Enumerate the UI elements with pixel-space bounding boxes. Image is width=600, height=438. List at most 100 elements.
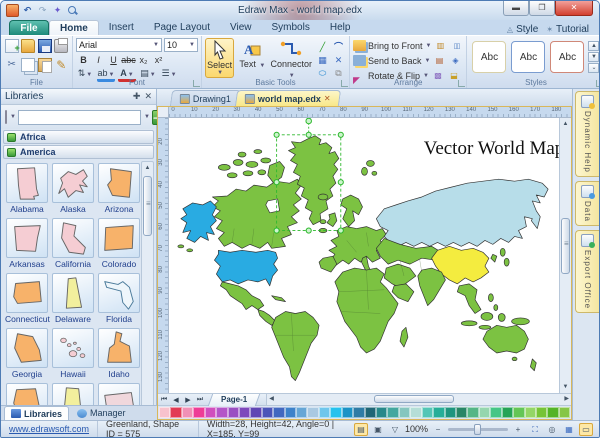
scrollbar-thumb[interactable] <box>374 395 454 403</box>
print-preview-button[interactable] <box>371 423 385 436</box>
map-south-america[interactable] <box>272 312 319 381</box>
grid-view-button[interactable] <box>562 423 576 436</box>
horizontal-scrollbar[interactable]: ◀ ▶ <box>266 394 571 405</box>
dialog-launcher-icon[interactable] <box>596 80 600 87</box>
superscript-button[interactable]: x² <box>151 53 166 67</box>
sidebar-tab-export-office[interactable]: Export Office <box>575 230 599 313</box>
styles-gallery-expand[interactable]: ⌄ <box>588 63 599 73</box>
close-button[interactable]: ✕ <box>555 1 593 16</box>
rotation-handle[interactable] <box>306 118 312 124</box>
color-swatch[interactable] <box>319 407 330 418</box>
scrollbar-thumb[interactable] <box>561 218 570 274</box>
connector-tool-button[interactable]: Connector ▼ <box>270 38 312 79</box>
color-swatch[interactable] <box>399 407 410 418</box>
color-swatch[interactable] <box>182 407 193 418</box>
style-menu[interactable]: ◬Style <box>507 24 538 35</box>
color-swatch[interactable] <box>193 407 204 418</box>
library-shape-hawaii[interactable]: Hawaii <box>51 328 95 379</box>
print-button[interactable] <box>54 38 70 54</box>
zoom-in-button[interactable]: + <box>511 423 525 436</box>
normal-view-button[interactable] <box>354 423 368 436</box>
color-swatch[interactable] <box>296 407 307 418</box>
map-india[interactable] <box>418 268 446 306</box>
sidebar-tab-data[interactable]: Data <box>575 181 599 226</box>
panel-tab-manager[interactable]: Manager <box>71 406 132 420</box>
last-page-button[interactable]: ⏭ <box>194 396 206 404</box>
close-tab-icon[interactable]: ✕ <box>324 94 331 103</box>
style-preview-1[interactable]: Abc <box>511 41 545 73</box>
scroll-up-icon[interactable]: ▲ <box>561 119 570 129</box>
scrollbar-thumb[interactable] <box>143 176 152 236</box>
map-java[interactable] <box>479 325 491 329</box>
map-sulawesi[interactable] <box>498 313 505 321</box>
map-middle-east[interactable] <box>384 264 416 288</box>
map-new-guinea[interactable] <box>512 318 530 325</box>
maximize-button[interactable]: ❐ <box>529 1 555 16</box>
color-swatch[interactable] <box>239 407 250 418</box>
selection-handle[interactable] <box>306 228 311 233</box>
color-swatch[interactable] <box>273 407 284 418</box>
pin-icon[interactable]: ✚ <box>133 91 141 102</box>
color-swatch[interactable] <box>353 407 364 418</box>
select-tool-button[interactable]: Select▼ <box>205 38 234 78</box>
dialog-launcher-icon[interactable] <box>193 80 200 87</box>
color-swatch[interactable] <box>250 407 261 418</box>
map-se-asia[interactable] <box>457 284 481 314</box>
subscript-button[interactable]: x₂ <box>136 53 151 67</box>
library-shape-idaho[interactable]: Idaho <box>97 328 141 379</box>
save-button[interactable] <box>37 38 53 54</box>
minimize-button[interactable]: ▬ <box>503 1 529 16</box>
color-swatch[interactable] <box>330 407 341 418</box>
map-sumatra[interactable] <box>461 321 477 326</box>
underline-button[interactable]: U <box>106 53 121 67</box>
map-iceland[interactable] <box>318 194 328 200</box>
magnifier-button[interactable] <box>545 423 559 436</box>
color-swatch[interactable] <box>228 407 239 418</box>
page-tab[interactable]: Page-1 <box>208 394 261 406</box>
library-section-america[interactable]: America <box>3 145 154 159</box>
color-swatch[interactable] <box>376 407 387 418</box>
scroll-up-icon[interactable]: ▲ <box>143 163 152 173</box>
map-japan[interactable] <box>504 258 509 266</box>
map-korea[interactable] <box>491 254 497 262</box>
library-shape-arkansas[interactable]: Arkansas <box>5 218 49 269</box>
arc-tool-button[interactable] <box>331 41 346 53</box>
close-panel-icon[interactable]: ✕ <box>144 91 152 102</box>
selection-handle[interactable] <box>274 180 279 185</box>
map-australia[interactable] <box>483 325 528 353</box>
color-swatch[interactable] <box>216 407 227 418</box>
library-shape-delaware[interactable]: Delaware <box>51 273 95 324</box>
map-cuba[interactable] <box>272 296 286 302</box>
copy-button[interactable] <box>21 57 37 73</box>
map-arctic-islands[interactable] <box>218 150 284 184</box>
color-swatch[interactable] <box>559 407 570 418</box>
map-ireland[interactable] <box>320 220 326 224</box>
map-madagascar[interactable] <box>400 327 408 347</box>
sidebar-tab-dynamic-help[interactable]: Dynamic Help <box>575 91 599 177</box>
style-preview-0[interactable]: Abc <box>472 41 506 73</box>
zoom-out-button[interactable]: − <box>431 423 445 436</box>
map-alaska[interactable] <box>181 201 217 242</box>
tab-help[interactable]: Help <box>320 20 361 35</box>
map-uk[interactable] <box>327 213 337 227</box>
cut-button[interactable] <box>4 57 20 73</box>
styles-scroll-up[interactable]: ▲ <box>588 41 599 51</box>
map-aleutians[interactable] <box>178 245 184 248</box>
selection-handle[interactable] <box>306 132 311 137</box>
selection-handle[interactable] <box>338 180 343 185</box>
new-button[interactable] <box>4 38 20 54</box>
tab-page-layout[interactable]: Page Layout <box>144 20 220 35</box>
library-shape-california[interactable]: California <box>51 218 95 269</box>
delete-tool-button[interactable] <box>331 54 346 66</box>
tab-view[interactable]: View <box>220 20 262 35</box>
strikethrough-button[interactable]: abc <box>121 53 136 67</box>
bold-button[interactable]: B <box>76 53 91 67</box>
library-shape-alaska[interactable]: Alaska <box>51 163 95 214</box>
map-canada[interactable] <box>212 179 301 248</box>
paste-button[interactable] <box>37 57 53 73</box>
color-swatch[interactable] <box>387 407 398 418</box>
color-swatch[interactable] <box>410 407 421 418</box>
map-svalbard[interactable] <box>362 160 377 175</box>
prev-page-button[interactable]: ◀ <box>170 396 182 404</box>
first-page-button[interactable]: ⏮ <box>158 396 170 404</box>
